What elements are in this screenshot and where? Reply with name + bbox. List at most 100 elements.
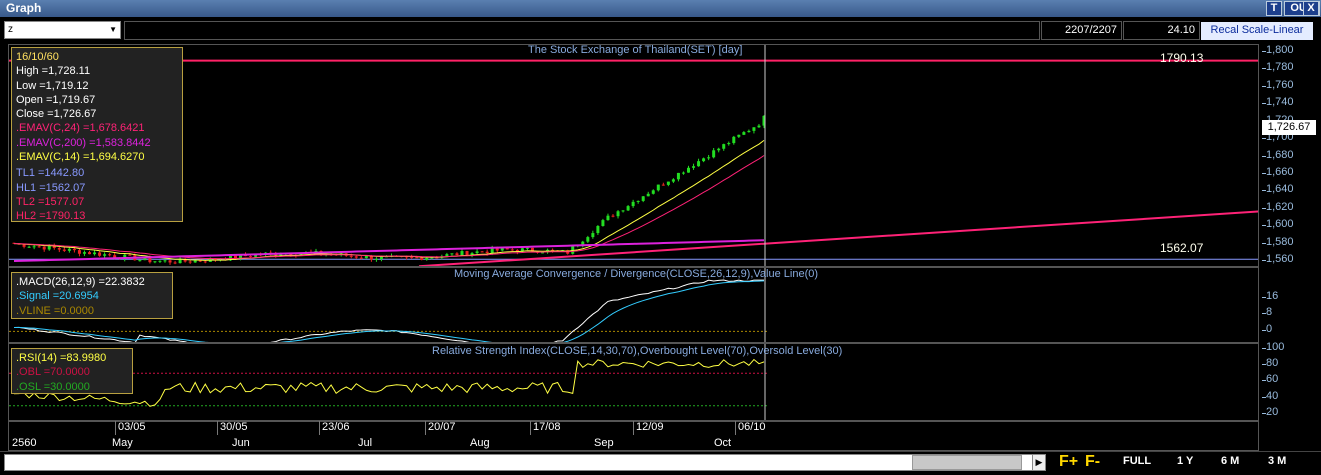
- date-separator: [217, 421, 218, 435]
- candle-body: [636, 200, 640, 202]
- date-separator: [735, 421, 736, 435]
- candle-body: [82, 252, 86, 254]
- candle-body: [379, 256, 383, 259]
- date-day-label: 30/05: [220, 421, 248, 433]
- candle-body: [747, 130, 751, 133]
- macd-panel-title: Moving Average Convergence / Divergence(…: [454, 268, 819, 280]
- candle-body: [641, 196, 645, 201]
- candle-body: [697, 161, 701, 167]
- candle-body: [752, 127, 756, 131]
- candle-body: [374, 258, 378, 260]
- candle-body: [72, 248, 76, 251]
- axis-label: 1,680: [1266, 148, 1294, 161]
- candle-body: [188, 261, 192, 263]
- candle-body: [757, 125, 761, 128]
- candle-body: [631, 201, 635, 207]
- axis-label: 16: [1266, 289, 1279, 302]
- range-1y-button[interactable]: 1 Y: [1177, 455, 1193, 467]
- candle-body: [62, 249, 66, 251]
- candle-body: [601, 220, 605, 226]
- axis-label: 1,660: [1266, 165, 1294, 178]
- price-panel[interactable]: [8, 44, 1259, 267]
- candle-body: [203, 261, 207, 263]
- candle-body: [163, 260, 167, 262]
- date-separator: [319, 421, 320, 435]
- legend-signal: .Signal =20.6954: [16, 290, 99, 303]
- scroll-right-icon[interactable]: ▶: [1032, 454, 1046, 471]
- horizontal-scrollbar[interactable]: [4, 454, 1046, 471]
- axis-label: 1,740: [1266, 96, 1294, 109]
- candle-body: [27, 246, 31, 248]
- zoom-in-button[interactable]: F+: [1059, 453, 1078, 471]
- legend-macd: .MACD(26,12,9) =22.3832: [16, 276, 145, 288]
- legend-emav14: .EMAV(C,14) =1,694.6270: [16, 151, 145, 164]
- t-button[interactable]: T: [1266, 1, 1282, 16]
- candle-body: [606, 215, 610, 221]
- legend-emav200: .EMAV(C,200) =1,583.8442: [16, 136, 151, 149]
- candle-body: [425, 257, 429, 260]
- candle-body: [621, 210, 625, 212]
- recal-scale-button[interactable]: Recal Scale-Linear: [1201, 22, 1313, 40]
- date-month-label: May: [112, 437, 133, 449]
- candle-body: [465, 251, 469, 256]
- candle-body: [349, 255, 353, 257]
- date-month-label: Sep: [594, 437, 614, 449]
- range-6m-button[interactable]: 6 M: [1221, 455, 1239, 467]
- candle-body: [485, 251, 489, 254]
- date-day-label: 17/08: [533, 421, 561, 433]
- legend-obl: .OBL =70.0000: [16, 366, 90, 379]
- candle-body: [707, 157, 711, 159]
- tl2-trendline: [418, 210, 1258, 266]
- date-separator: [115, 421, 116, 435]
- candle-body: [37, 246, 41, 248]
- range-full-button[interactable]: FULL: [1123, 455, 1151, 467]
- candle-body: [681, 172, 685, 174]
- price-axis: 1,8001,7801,7601,7401,7201,7001,6801,660…: [1262, 44, 1318, 267]
- close-button[interactable]: X: [1303, 1, 1319, 16]
- candle-body: [455, 253, 459, 256]
- axis-label: 80: [1266, 357, 1279, 370]
- hl1-label: 1562.07: [1160, 241, 1204, 255]
- window-title: Graph: [6, 1, 42, 15]
- date-separator: [530, 421, 531, 435]
- candle-body: [656, 184, 660, 191]
- chevron-down-icon[interactable]: ▼: [109, 22, 117, 38]
- symbol-select[interactable]: z ▼: [4, 21, 121, 39]
- candle-body: [354, 256, 358, 258]
- candle-body: [168, 260, 172, 263]
- hl2-label: 1790.13: [1160, 51, 1204, 65]
- candle-body: [153, 261, 157, 263]
- zoom-value: 24.10: [1123, 21, 1200, 40]
- candle-body: [676, 172, 680, 180]
- scrollbar-thumb[interactable]: [912, 455, 1022, 470]
- legend-rsi: .RSI(14) =83.9980: [16, 352, 107, 364]
- date-month-label: Jul: [358, 437, 373, 449]
- candle-body: [727, 143, 731, 145]
- price-chart[interactable]: [9, 45, 1259, 267]
- info-box: [124, 21, 1040, 40]
- legend-tl2: TL2 =1577.07: [16, 195, 85, 208]
- legend-hl1: HL1 =1562.07: [16, 181, 86, 194]
- axis-label: 1,800: [1266, 43, 1294, 56]
- date-month-label: 2560: [12, 437, 37, 449]
- candle-body: [57, 248, 61, 250]
- zoom-out-button[interactable]: F-: [1085, 453, 1100, 471]
- axis-label: 1,560: [1266, 253, 1294, 266]
- candle-body: [686, 167, 690, 173]
- candle-body: [359, 257, 363, 259]
- candle-body: [712, 150, 716, 158]
- legend-close: Close =1,726.67: [16, 108, 97, 121]
- candle-body: [42, 246, 46, 250]
- candle-body: [586, 237, 590, 242]
- candle-body: [732, 136, 736, 144]
- macd-axis: 16 8 0: [1262, 267, 1318, 343]
- range-3m-button[interactable]: 3 M: [1268, 455, 1286, 467]
- candle-body: [525, 247, 529, 249]
- candle-body: [103, 254, 107, 256]
- axis-label: 1,600: [1266, 218, 1294, 231]
- candle-body: [67, 248, 71, 251]
- candle-body: [445, 254, 449, 257]
- legend-high: High =1,728.11: [16, 65, 91, 78]
- axis-label: 1,760: [1266, 78, 1294, 91]
- date-day-label: 03/05: [118, 421, 146, 433]
